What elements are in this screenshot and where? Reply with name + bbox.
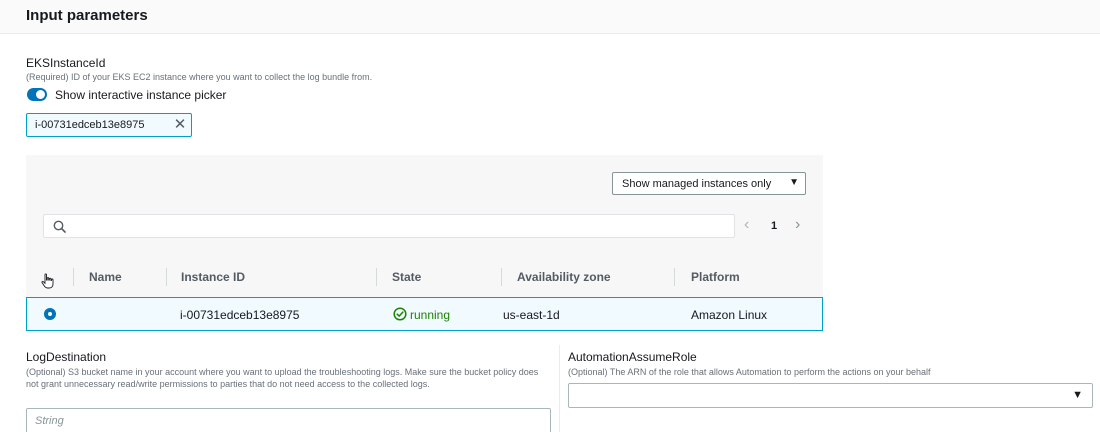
log-destination-input[interactable] [35,414,535,428]
log-destination-description: (Optional) S3 bucket name in your accoun… [26,367,539,389]
cell-state: running [410,308,451,322]
column-divider [501,268,502,286]
current-page-number[interactable]: 1 [771,220,777,232]
assume-role-select[interactable]: ▼ [568,383,1093,408]
hand-cursor-icon [41,273,55,294]
eks-instance-label: EKSInstanceId [26,56,106,70]
caret-down-icon: ▼ [1072,389,1083,401]
log-destination-label: LogDestination [26,350,107,364]
column-header-state[interactable]: State [392,270,421,284]
close-icon[interactable]: ✕ [172,116,188,134]
column-header-instance-id[interactable]: Instance ID [181,270,245,284]
column-divider [73,268,74,286]
log-destination-field [26,408,551,432]
selected-instance-token: i-00731edceb13e8975 ✕ [26,113,192,137]
row-select-radio[interactable] [44,308,56,320]
column-divider [166,268,167,286]
toggle-knob [36,90,45,99]
cell-availability-zone: us-east-1d [503,308,560,322]
filter-button-label: Show managed instances only [622,178,772,190]
column-header-availability-zone[interactable]: Availability zone [517,270,611,284]
column-divider [559,345,560,432]
assume-role-description: (Optional) The ARN of the role that allo… [568,367,931,377]
chevron-left-icon[interactable]: ‹ [744,216,749,234]
check-circle-icon [393,307,407,326]
assume-role-label: AutomationAssumeRole [568,350,697,364]
instance-picker-toggle[interactable] [27,88,47,101]
cell-instance-id: i-00731edceb13e8975 [180,308,300,322]
instance-picker-panel: Show managed instances only ▼ ‹ 1 › Name… [26,155,823,331]
instance-search [43,214,735,238]
radio-dot [48,312,52,316]
table-header: Name Instance ID State Availability zone… [26,258,823,296]
search-icon [53,220,66,238]
eks-instance-description: (Required) ID of your EKS EC2 instance w… [26,72,373,82]
token-value: i-00731edceb13e8975 [35,119,145,131]
section-title: Input parameters [26,7,148,24]
cell-platform: Amazon Linux [691,308,768,322]
chevron-right-icon[interactable]: › [795,216,800,234]
column-header-name[interactable]: Name [89,270,122,284]
table-row[interactable]: i-00731edceb13e8975 running us-east-1d A… [26,297,823,331]
column-header-platform[interactable]: Platform [691,270,740,284]
column-divider [674,268,675,286]
caret-down-icon: ▼ [789,177,799,188]
column-divider [376,268,377,286]
instance-picker-toggle-label: Show interactive instance picker [55,88,227,102]
section-header: Input parameters [0,0,1100,34]
search-input[interactable] [74,218,724,234]
managed-instances-filter-button[interactable]: Show managed instances only ▼ [612,172,806,195]
